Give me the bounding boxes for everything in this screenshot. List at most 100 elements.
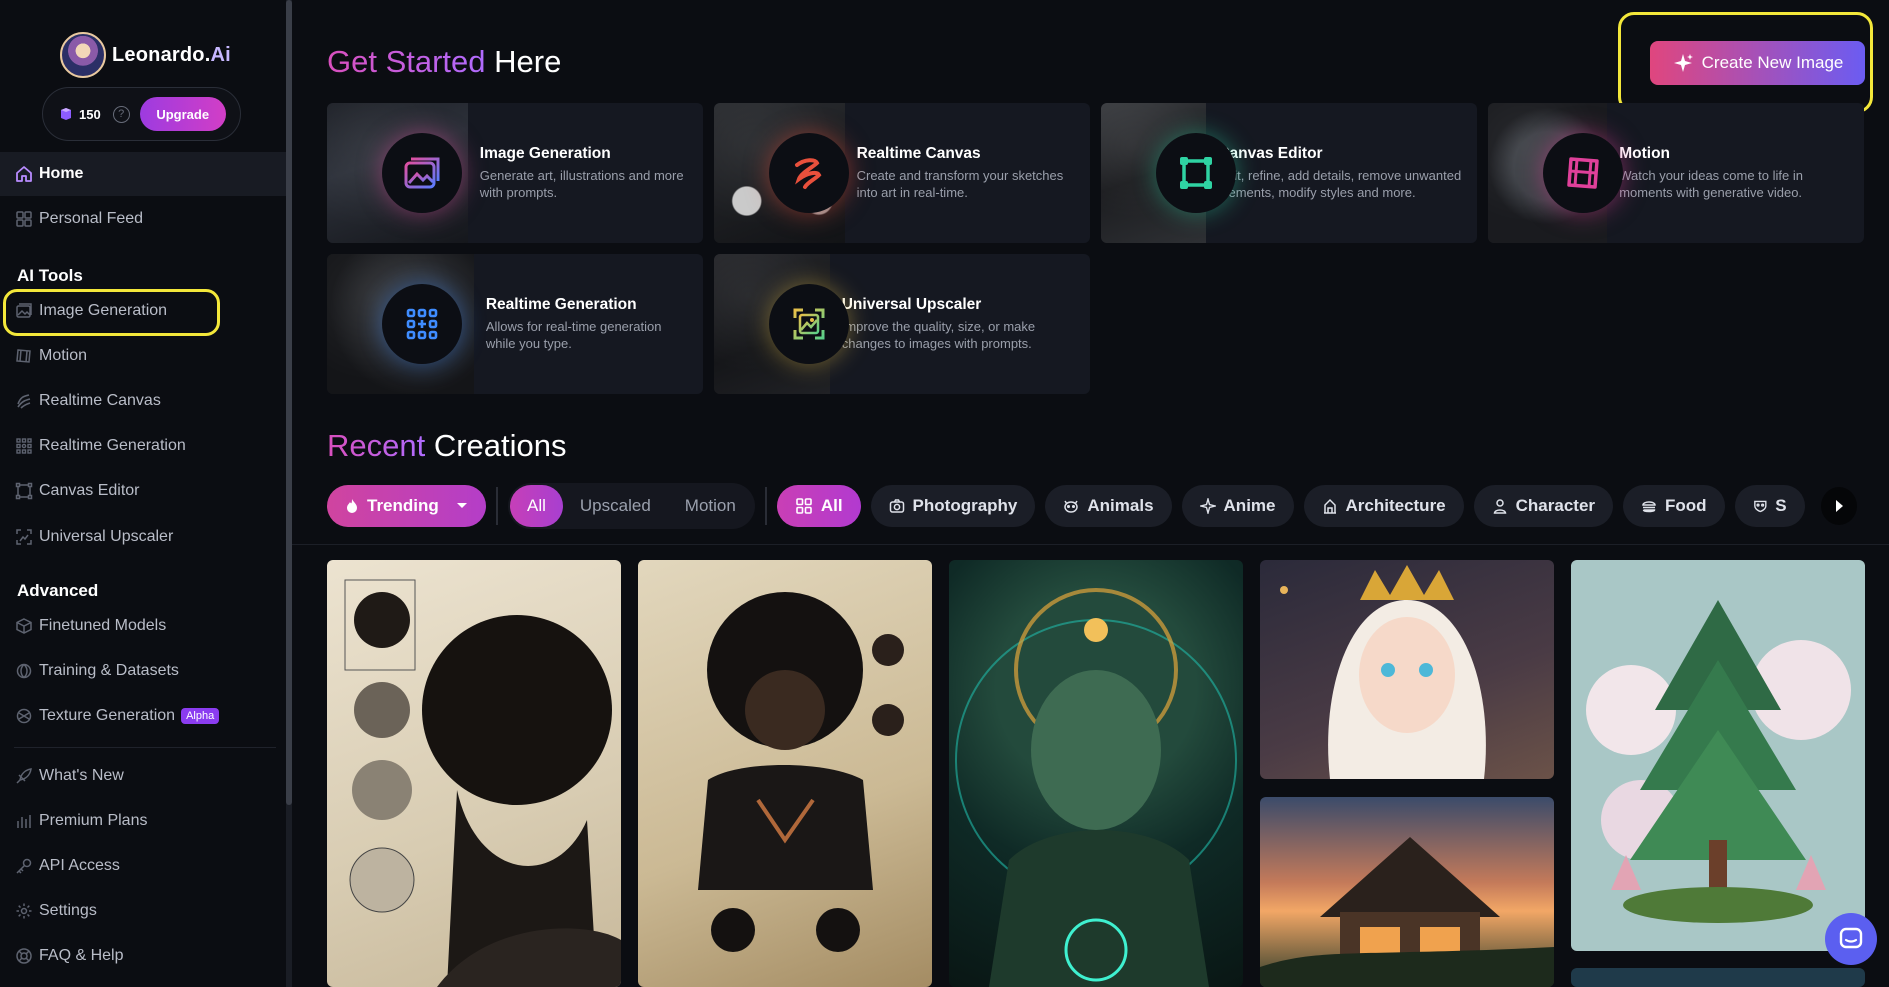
category-photography[interactable]: Photography bbox=[870, 485, 1036, 527]
brand-avatar bbox=[60, 32, 106, 78]
creation-image bbox=[698, 592, 904, 952]
sidebar-item-label: Realtime Canvas bbox=[39, 392, 161, 409]
type-tabs: All Upscaled Motion bbox=[508, 483, 755, 529]
category-label: Photography bbox=[912, 496, 1018, 515]
sidebar-item-canvas-editor[interactable]: Canvas Editor bbox=[0, 469, 286, 513]
grid-icon bbox=[796, 498, 812, 514]
sidebar-item-premium-plans[interactable]: Premium Plans bbox=[0, 799, 286, 843]
creation-card-pixel-tree[interactable] bbox=[1571, 560, 1865, 951]
get-started-accent: Get Started bbox=[327, 44, 486, 79]
upgrade-button[interactable]: Upgrade bbox=[139, 97, 226, 131]
sidebar-item-label: Premium Plans bbox=[39, 812, 148, 829]
tool-card-preview bbox=[327, 254, 474, 394]
section-ai-tools: AI Tools bbox=[17, 266, 83, 285]
category-label: Architecture bbox=[1345, 496, 1446, 515]
chevron-right-icon bbox=[1836, 500, 1843, 512]
category-all[interactable]: All bbox=[776, 485, 861, 527]
category-s[interactable]: S bbox=[1734, 485, 1805, 527]
tool-card-universal-upscaler[interactable]: Universal Upscaler Improve the quality, s… bbox=[714, 254, 1090, 394]
category-architecture[interactable]: Architecture bbox=[1303, 485, 1464, 527]
tool-card-realtime-canvas[interactable]: Realtime Canvas Create and transform your… bbox=[714, 103, 1090, 243]
creation-card-character-sheet[interactable] bbox=[638, 560, 932, 987]
tool-card-title: Canvas Editor bbox=[1218, 144, 1323, 162]
tool-card-title: Realtime Canvas bbox=[856, 144, 981, 162]
tool-card-image-generation[interactable]: Image Generation Generate art, illustrati… bbox=[327, 103, 703, 243]
recent-accent: Recent bbox=[327, 428, 426, 463]
building-icon bbox=[1323, 498, 1336, 514]
category-animals[interactable]: Animals bbox=[1045, 485, 1172, 527]
tool-card-title: Universal Upscaler bbox=[841, 295, 982, 313]
section-divider bbox=[292, 544, 1889, 545]
sidebar-item-personal-feed[interactable]: Personal Feed bbox=[0, 197, 286, 241]
highlight-annotation bbox=[1618, 12, 1873, 113]
tool-card-desc: Allows for real-time generation while yo… bbox=[485, 318, 662, 352]
category-label: All bbox=[820, 496, 843, 515]
sidebar-item-label: Texture Generation bbox=[39, 707, 176, 724]
category-character[interactable]: Character bbox=[1473, 485, 1614, 527]
sidebar-item-label: FAQ & Help bbox=[39, 947, 124, 964]
tab-upscaled[interactable]: Upscaled bbox=[563, 485, 668, 527]
tool-card-title: Image Generation bbox=[479, 144, 611, 162]
highlight-annotation bbox=[3, 289, 220, 336]
sidebar-item-universal-upscaler[interactable]: Universal Upscaler bbox=[0, 515, 286, 559]
gear-icon bbox=[14, 901, 34, 921]
help-circle-icon bbox=[14, 946, 34, 966]
creation-card-partial[interactable] bbox=[1571, 968, 1865, 987]
recent-rest: Creations bbox=[425, 428, 567, 463]
sidebar-item-home[interactable]: Home bbox=[0, 152, 286, 196]
sparkle-icon bbox=[1199, 498, 1216, 514]
sidebar-item-realtime-canvas[interactable]: Realtime Canvas bbox=[0, 379, 286, 423]
trending-dropdown[interactable]: Trending bbox=[327, 485, 486, 527]
tool-card-desc: Create and transform your sketches into … bbox=[856, 167, 1064, 201]
sidebar-item-label: What's New bbox=[39, 767, 124, 784]
credits-help-icon[interactable]: ? bbox=[112, 105, 130, 123]
sidebar-item-realtime-generation[interactable]: Realtime Generation bbox=[0, 424, 286, 468]
alpha-badge: Alpha bbox=[181, 708, 220, 724]
category-label: Character bbox=[1515, 496, 1596, 515]
tool-card-motion[interactable]: Motion Watch your ideas come to life in m… bbox=[1488, 103, 1864, 243]
creation-card-crowned-princess[interactable] bbox=[1260, 560, 1554, 779]
sidebar-item-texture-generation[interactable]: Texture Generation Alpha bbox=[0, 694, 286, 738]
sidebar-item-settings[interactable]: Settings bbox=[0, 889, 286, 933]
sidebar-item-label: Personal Feed bbox=[39, 210, 144, 227]
tool-card-preview bbox=[714, 103, 849, 243]
sidebar-item-motion[interactable]: Motion bbox=[0, 334, 286, 378]
sidebar-item-label: Home bbox=[39, 165, 84, 182]
frame-icon bbox=[1156, 133, 1236, 213]
sidebar-item-faq-help[interactable]: FAQ & Help bbox=[0, 934, 286, 978]
category-label: Anime bbox=[1223, 496, 1276, 515]
brand-name-suffix: Ai bbox=[210, 43, 231, 66]
brand-logo[interactable]: Leonardo.Ai bbox=[60, 32, 231, 78]
creation-card-sketch-portrait[interactable] bbox=[327, 560, 621, 987]
tab-motion[interactable]: Motion bbox=[668, 485, 753, 527]
creation-card-mystic-statue[interactable] bbox=[949, 560, 1243, 987]
tool-card-preview bbox=[714, 254, 849, 394]
texture-icon bbox=[14, 706, 34, 726]
filter-scroll-right-button[interactable] bbox=[1821, 487, 1857, 525]
plans-icon bbox=[14, 811, 34, 831]
sidebar-item-api-access[interactable]: API Access bbox=[0, 844, 286, 888]
category-food[interactable]: Food bbox=[1623, 485, 1725, 527]
sidebar-item-finetuned-models[interactable]: Finetuned Models bbox=[0, 604, 286, 648]
grid-icon bbox=[14, 209, 34, 229]
category-anime[interactable]: Anime bbox=[1181, 485, 1294, 527]
dots-grid-icon bbox=[14, 436, 34, 456]
chat-support-button[interactable] bbox=[1825, 913, 1877, 965]
tool-card-title: Realtime Generation bbox=[485, 295, 637, 313]
burger-icon bbox=[1642, 501, 1656, 513]
tool-card-canvas-editor[interactable]: Canvas Editor Edit, refine, add details, … bbox=[1101, 103, 1477, 243]
sidebar-item-whats-new[interactable]: What's New bbox=[0, 754, 286, 798]
mask-icon bbox=[1753, 500, 1767, 513]
tool-card-title: Motion bbox=[1619, 144, 1671, 162]
dots-grid-icon bbox=[382, 284, 462, 364]
cube-icon bbox=[14, 616, 34, 636]
credits-count: 150 bbox=[79, 106, 101, 122]
upscale-icon bbox=[769, 284, 849, 364]
filter-divider bbox=[764, 487, 767, 525]
training-icon bbox=[14, 661, 34, 681]
tab-all[interactable]: All bbox=[510, 485, 563, 527]
sidebar-item-training-datasets[interactable]: Training & Datasets bbox=[0, 649, 286, 693]
creation-card-modern-house[interactable] bbox=[1260, 797, 1554, 987]
tool-card-realtime-generation[interactable]: Realtime Generation Allows for real-time … bbox=[327, 254, 703, 394]
flame-icon bbox=[347, 499, 357, 513]
